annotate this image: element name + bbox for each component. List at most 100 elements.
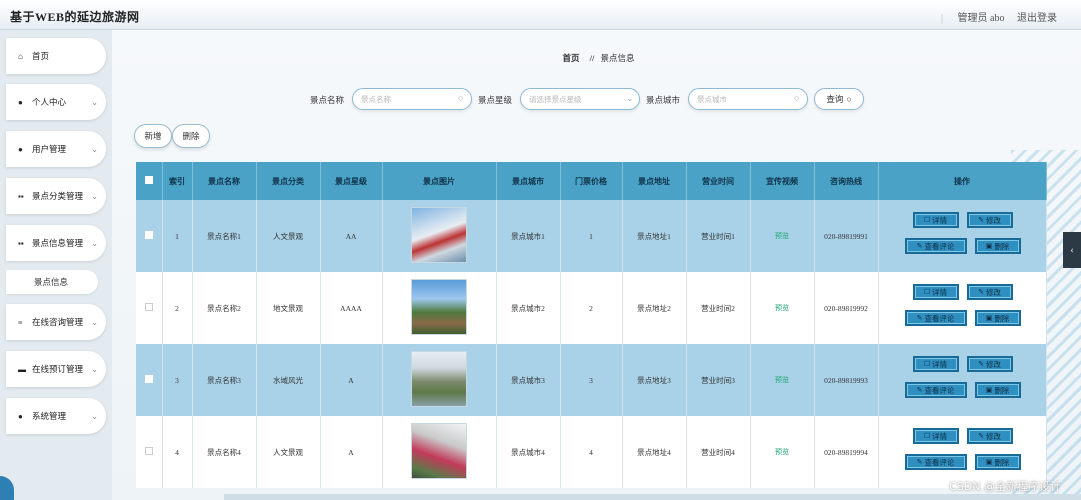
row-checkbox[interactable] bbox=[144, 231, 153, 239]
cell-index: 3 bbox=[162, 344, 193, 416]
cell-hotline: 020-89819993 bbox=[814, 344, 879, 416]
cell-hours: 营业时间4 bbox=[686, 416, 751, 488]
video-preview-link[interactable]: 预览 bbox=[775, 232, 789, 240]
select-all-cell[interactable] bbox=[136, 162, 163, 200]
column-header: 操作 bbox=[878, 162, 1047, 200]
name-search-input[interactable] bbox=[352, 88, 472, 110]
edit-button[interactable]: ✎ 修改 bbox=[966, 212, 1013, 228]
video-preview-link[interactable]: 预览 bbox=[775, 448, 789, 456]
grid-icon: ▪▪ bbox=[18, 191, 24, 201]
column-header: 门票价格 bbox=[560, 162, 623, 200]
delete-button[interactable]: 删除 bbox=[172, 124, 210, 148]
cell-city: 景点城市2 bbox=[496, 272, 561, 344]
column-header: 景点城市 bbox=[496, 162, 561, 200]
chat-icon: ▬ bbox=[18, 364, 26, 374]
column-header: 景点名称 bbox=[192, 162, 257, 200]
edit-icon: ✎ bbox=[978, 432, 984, 440]
sidebar-item-users[interactable]: ● 用户管理 ⌄ bbox=[6, 131, 106, 167]
edit-icon: ✎ bbox=[916, 314, 923, 322]
name-label: 景点名称 bbox=[310, 95, 345, 105]
sidebar-item-category[interactable]: ▪▪ 景点分类管理 ⌄ bbox=[6, 178, 106, 214]
sidebar-item-system[interactable]: ● 系统管理 ⌄ bbox=[6, 398, 106, 434]
table-row: 2 景点名称2 地文景观 AAAA 景点城市2 2 景点地址2 营业时间2 预览… bbox=[136, 272, 1047, 344]
detail-icon: ☐ bbox=[923, 216, 931, 224]
trash-icon: ▣ bbox=[985, 458, 993, 466]
chevron-down-icon: ⌄ bbox=[91, 364, 98, 374]
column-header: 营业时间 bbox=[686, 162, 751, 200]
location-icon: ● bbox=[18, 411, 23, 421]
view-comments-button[interactable]: ✎ 查看评论 bbox=[904, 382, 967, 398]
delete-row-button[interactable]: ▣ 删除 bbox=[974, 310, 1021, 326]
column-header: 景点星级 bbox=[320, 162, 383, 200]
cell-hours: 营业时间1 bbox=[686, 200, 751, 272]
select-all-checkbox[interactable] bbox=[144, 176, 153, 184]
cell-hotline: 020-89819991 bbox=[814, 200, 879, 272]
sidebar-item-home[interactable]: ⌂ 首页 bbox=[6, 38, 106, 74]
cell-price: 2 bbox=[560, 272, 623, 344]
cell-address: 景点地址4 bbox=[622, 416, 687, 488]
cell-hotline: 020-89819994 bbox=[814, 416, 879, 488]
detail-button[interactable]: ☐ 详情 bbox=[912, 212, 959, 228]
add-button[interactable]: 新增 bbox=[134, 124, 172, 148]
home-icon: ⌂ bbox=[18, 51, 23, 61]
edit-button[interactable]: ✎ 修改 bbox=[966, 428, 1013, 444]
row-checkbox[interactable] bbox=[144, 447, 153, 455]
delete-row-button[interactable]: ▣ 删除 bbox=[974, 238, 1021, 254]
sidebar-item-scenic-info[interactable]: ▪▪ 景点信息管理 ⌄ bbox=[6, 225, 106, 261]
detail-icon: ☐ bbox=[923, 360, 931, 368]
view-comments-button[interactable]: ✎ 查看评论 bbox=[904, 454, 967, 470]
chevron-down-icon: ⌄ bbox=[91, 97, 98, 107]
sidebar-item-personal[interactable]: ● 个人中心 ⌄ bbox=[6, 84, 106, 120]
cell-star: A bbox=[320, 416, 383, 488]
video-preview-link[interactable]: 预览 bbox=[775, 376, 789, 384]
delete-row-button[interactable]: ▣ 删除 bbox=[974, 454, 1021, 470]
chevron-down-icon: ⌄ bbox=[91, 191, 98, 201]
row-actions: ☐ 详情 ✎ 修改 ✎ 查看评论 ▣ 删除 bbox=[878, 200, 1047, 272]
row-checkbox[interactable] bbox=[144, 375, 153, 383]
cell-hotline: 020-89819992 bbox=[814, 272, 879, 344]
sidebar-item-booking[interactable]: ▬ 在线预订管理 ⌄ bbox=[6, 351, 106, 387]
decoration bbox=[0, 476, 14, 500]
table-row: 4 景点名称4 人文景观 A 景点城市4 4 景点地址4 营业时间4 预览 02… bbox=[136, 416, 1047, 488]
chevron-down-icon: ⌄ bbox=[91, 144, 98, 154]
scenic-image bbox=[411, 207, 467, 263]
column-header: 景点地址 bbox=[622, 162, 687, 200]
delete-row-button[interactable]: ▣ 删除 bbox=[974, 382, 1021, 398]
search-bar: 景点名称 ○ 景点星级 ⌄ 景点城市 ○ 查询 ○ bbox=[112, 88, 1081, 112]
search-icon: ○ bbox=[846, 94, 852, 104]
cell-hours: 营业时间2 bbox=[686, 272, 751, 344]
city-search-input[interactable] bbox=[688, 88, 808, 110]
cell-index: 1 bbox=[162, 200, 193, 272]
search-button[interactable]: 查询 ○ bbox=[814, 88, 864, 110]
cell-index: 4 bbox=[162, 416, 193, 488]
edit-button[interactable]: ✎ 修改 bbox=[966, 284, 1013, 300]
detail-button[interactable]: ☐ 详情 bbox=[912, 356, 959, 372]
chevron-down-icon: ⌄ bbox=[626, 93, 634, 103]
star-select[interactable] bbox=[520, 88, 640, 110]
edit-icon: ✎ bbox=[978, 216, 984, 224]
detail-button[interactable]: ☐ 详情 bbox=[912, 284, 959, 300]
cell-address: 景点地址3 bbox=[622, 344, 687, 416]
sidebar-item-label: 在线预订管理 bbox=[32, 364, 84, 374]
detail-button[interactable]: ☐ 详情 bbox=[912, 428, 959, 444]
video-preview-link[interactable]: 预览 bbox=[775, 304, 789, 312]
collapse-panel-button[interactable]: ‹ bbox=[1063, 232, 1081, 268]
sidebar-subitem-scenic-info[interactable]: 景点信息 bbox=[6, 270, 98, 294]
cell-price: 4 bbox=[560, 416, 623, 488]
row-checkbox[interactable] bbox=[144, 303, 153, 311]
breadcrumb: 首页 // 景点信息 bbox=[112, 52, 1081, 64]
grid-icon: ▪▪ bbox=[18, 238, 24, 248]
edit-button[interactable]: ✎ 修改 bbox=[966, 356, 1013, 372]
logout-link[interactable]: 退出登录 bbox=[1017, 13, 1057, 24]
breadcrumb-home[interactable]: 首页 bbox=[562, 53, 579, 63]
user-icon: ● bbox=[18, 97, 23, 107]
sidebar: ⌂ 首页 ● 个人中心 ⌄ ● 用户管理 ⌄ ▪▪ 景点分类管理 ⌄ ▪▪ 景点… bbox=[0, 30, 112, 500]
table-row: 3 景点名称3 水域风光 A 景点城市3 3 景点地址3 营业时间3 预览 02… bbox=[136, 344, 1047, 416]
sidebar-item-consult[interactable]: ≡ 在线咨询管理 ⌄ bbox=[6, 304, 106, 340]
view-comments-button[interactable]: ✎ 查看评论 bbox=[904, 310, 967, 326]
star-label: 景点星级 bbox=[478, 95, 513, 105]
cell-star: A bbox=[320, 344, 383, 416]
row-actions: ☐ 详情 ✎ 修改 ✎ 查看评论 ▣ 删除 bbox=[878, 344, 1047, 416]
breadcrumb-current: 景点信息 bbox=[600, 53, 635, 63]
view-comments-button[interactable]: ✎ 查看评论 bbox=[904, 238, 967, 254]
